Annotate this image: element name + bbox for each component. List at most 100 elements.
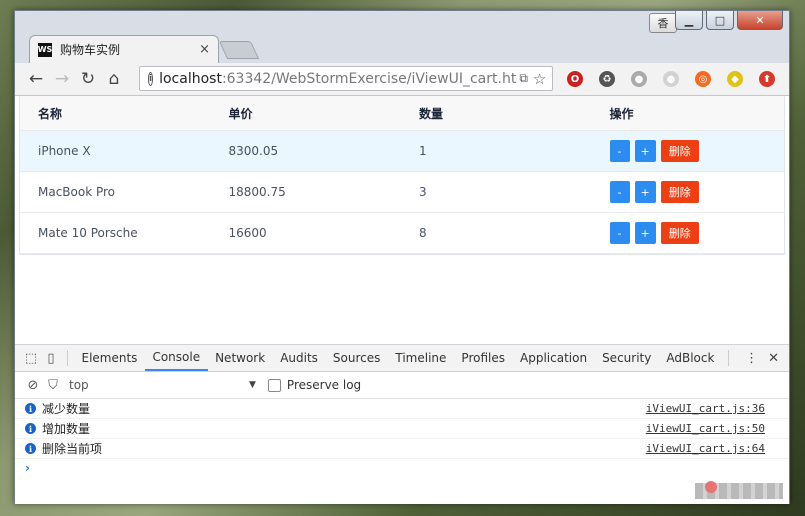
cart-table: 名称 单价 数量 操作 iPhone X 8300.05 1 - + 删除 Ma… <box>19 96 785 255</box>
close-window-button[interactable]: ✕ <box>737 11 783 30</box>
item-qty: 1 <box>419 144 427 158</box>
bookmark-star-icon[interactable]: ☆ <box>531 70 552 88</box>
header-qty: 数量 <box>419 106 444 121</box>
message-source-link[interactable]: iViewUI_cart.js:50 <box>646 422 765 435</box>
tab-adblock[interactable]: AdBlock <box>659 345 722 371</box>
browser-toolbar: ← → ↻ ⌂ i localhost:63342/WebStormExerci… <box>15 63 789 96</box>
row-actions: - + 删除 <box>592 140 785 162</box>
delete-button[interactable]: 删除 <box>660 222 699 244</box>
preserve-log-label: Preserve log <box>286 378 362 392</box>
more-options-icon[interactable]: ⋮ <box>745 351 758 366</box>
item-price: 8300.05 <box>228 144 279 158</box>
preserve-log-toggle[interactable]: Preserve log <box>267 378 362 392</box>
message-text: 删除当前项 <box>42 442 103 456</box>
translate-icon[interactable]: ⧉ <box>516 71 531 86</box>
item-name: Mate 10 Porsche <box>38 226 138 240</box>
device-toolbar-icon[interactable]: ▯ <box>41 351 61 366</box>
increase-button[interactable]: + <box>634 140 656 162</box>
preserve-log-checkbox[interactable] <box>267 378 281 392</box>
home-icon[interactable]: ⌂ <box>101 69 127 89</box>
decrease-button[interactable]: - <box>609 222 630 244</box>
url-path: :63342/WebStormExercise/iViewUI_cart.ht <box>221 70 517 87</box>
message-source-link[interactable]: iViewUI_cart.js:64 <box>646 442 765 455</box>
new-tab-button[interactable] <box>218 41 260 59</box>
item-name: MacBook Pro <box>38 185 116 199</box>
gray-extension-icon[interactable]: ● <box>631 71 647 87</box>
item-name: iPhone X <box>38 144 91 158</box>
clear-console-icon[interactable]: ⊘ <box>23 378 43 393</box>
table-row[interactable]: Mate 10 Porsche 16600 8 - + 删除 <box>20 213 784 254</box>
delete-button[interactable]: 删除 <box>660 181 699 203</box>
page-content: 名称 单价 数量 操作 iPhone X 8300.05 1 - + 删除 Ma… <box>15 96 789 344</box>
row-actions: - + 删除 <box>592 222 785 244</box>
tab-console[interactable]: Console <box>144 345 208 371</box>
upload-icon[interactable]: ⬆ <box>759 71 775 87</box>
console-message: i 减少数量 iViewUI_cart.js:36 <box>15 399 789 419</box>
tab-audits[interactable]: Audits <box>273 345 326 371</box>
tab-elements[interactable]: Elements <box>74 345 145 371</box>
console-message: i 删除当前项 iViewUI_cart.js:64 <box>15 439 789 459</box>
tab-timeline[interactable]: Timeline <box>388 345 454 371</box>
browser-tab[interactable]: WS 购物车实例 × <box>29 35 219 63</box>
context-select[interactable]: top <box>69 378 249 392</box>
console-prompt[interactable]: › <box>15 459 789 477</box>
webstorm-favicon-icon: WS <box>38 42 52 57</box>
context-dropdown-icon[interactable]: ▼ <box>249 380 256 390</box>
header-price: 单价 <box>228 106 253 121</box>
console-message: i 增加数量 iViewUI_cart.js:50 <box>15 419 789 439</box>
tab-network[interactable]: Network <box>208 345 273 371</box>
message-source-link[interactable]: iViewUI_cart.js:36 <box>646 402 765 415</box>
delete-button[interactable]: 删除 <box>660 140 699 162</box>
site-info-icon[interactable]: i <box>148 71 154 86</box>
message-text: 减少数量 <box>42 402 91 416</box>
address-bar[interactable]: i localhost:63342/WebStormExercise/iView… <box>139 66 553 91</box>
item-price: 18800.75 <box>228 185 286 199</box>
message-text: 增加数量 <box>42 422 91 436</box>
decrease-button[interactable]: - <box>609 140 630 162</box>
row-actions: - + 删除 <box>592 181 785 203</box>
increase-button[interactable]: + <box>634 181 656 203</box>
forward-icon[interactable]: → <box>49 69 75 89</box>
info-icon: i <box>25 443 36 454</box>
filter-icon[interactable]: ⛉ <box>43 378 63 393</box>
back-icon[interactable]: ← <box>23 69 49 89</box>
taskbar-thumbnail <box>695 481 783 499</box>
window-controls: ▁ □ ✕ <box>675 11 783 30</box>
tab-profiles[interactable]: Profiles <box>454 345 513 371</box>
inspect-element-icon[interactable]: ⬚ <box>21 351 41 366</box>
url-host: localhost <box>159 70 222 87</box>
devtools-tabbar: ⬚ ▯ Elements Console Network Audits Sour… <box>15 345 789 372</box>
opera-icon[interactable]: O <box>567 71 583 87</box>
table-row[interactable]: MacBook Pro 18800.75 3 - + 删除 <box>20 172 784 213</box>
devtools-actions: ⋮ ✕ <box>722 350 789 366</box>
faded-extension-icon[interactable]: ● <box>663 71 679 87</box>
lifebuoy-icon[interactable]: ◎ <box>695 71 711 87</box>
devtools-panel: ⬚ ▯ Elements Console Network Audits Sour… <box>15 344 789 504</box>
decrease-button[interactable]: - <box>609 181 630 203</box>
yellow-extension-icon[interactable]: ◆ <box>727 71 743 87</box>
maximize-button[interactable]: □ <box>706 11 734 30</box>
console-filter-bar: ⊘ ⛉ top ▼ Preserve log <box>15 372 789 399</box>
reload-icon[interactable]: ↻ <box>75 69 101 89</box>
divider <box>728 350 730 366</box>
table-row[interactable]: iPhone X 8300.05 1 - + 删除 <box>20 131 784 172</box>
info-icon: i <box>25 423 36 434</box>
item-qty: 3 <box>419 185 427 199</box>
ime-indicator[interactable]: 香 <box>649 13 677 33</box>
recycle-icon[interactable]: ♻ <box>599 71 615 87</box>
header-name: 名称 <box>38 106 63 121</box>
tab-close-icon[interactable]: × <box>199 42 210 57</box>
item-price: 16600 <box>228 226 267 240</box>
tab-sources[interactable]: Sources <box>325 345 387 371</box>
close-devtools-icon[interactable]: ✕ <box>768 351 779 366</box>
increase-button[interactable]: + <box>634 222 656 244</box>
tab-application[interactable]: Application <box>513 345 595 371</box>
tab-security[interactable]: Security <box>595 345 659 371</box>
table-header: 名称 单价 数量 操作 <box>20 96 784 131</box>
browser-window: 香 ▁ □ ✕ WS 购物车实例 × ← → ↻ ⌂ i localhost:6… <box>14 10 790 504</box>
item-qty: 8 <box>419 226 427 240</box>
header-actions: 操作 <box>609 106 634 121</box>
minimize-button[interactable]: ▁ <box>675 11 703 30</box>
divider <box>67 350 68 366</box>
info-icon: i <box>25 403 36 414</box>
